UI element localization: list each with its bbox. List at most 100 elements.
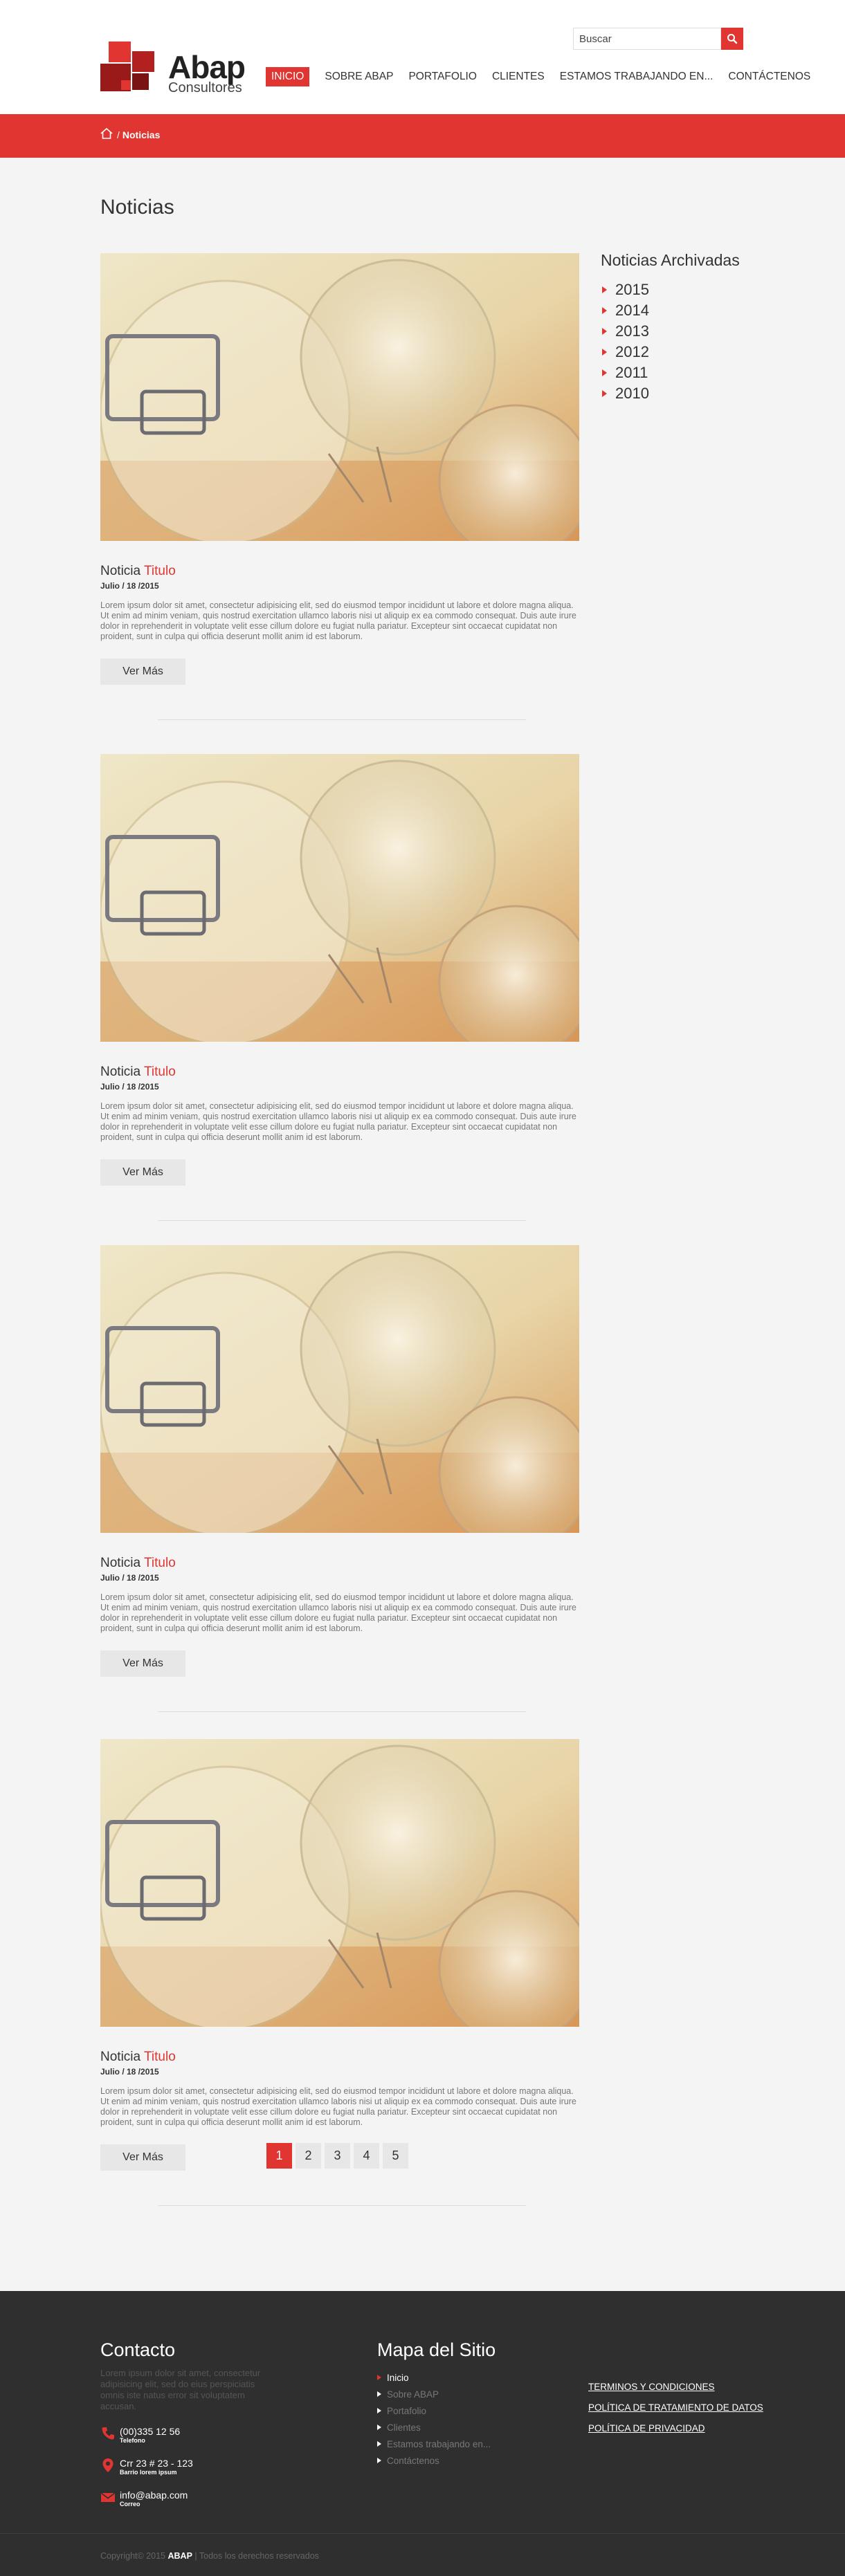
news-post: Noticia Titulo Julio / 18 /2015 Lorem ip…: [100, 1739, 579, 2171]
site-footer: Contacto Lorem ipsum dolor sit amet, con…: [0, 2291, 845, 2576]
post-title-prefix: Noticia: [100, 1556, 141, 1570]
triangle-bullet-icon: [602, 286, 607, 293]
archive-list: 2015 2014 2013 2012 2011 2010: [601, 279, 753, 404]
read-more-button[interactable]: Ver Más: [100, 2144, 185, 2171]
search-button[interactable]: [721, 28, 743, 50]
nav-item-contactenos[interactable]: CONTÁCTENOS: [728, 67, 810, 86]
nav-item-clientes[interactable]: CLIENTES: [492, 67, 545, 86]
copyright-brand: ABAP: [167, 2551, 192, 2561]
email-value[interactable]: info@abap.com: [120, 2490, 188, 2501]
footer-email: info@abap.com Correo: [100, 2490, 287, 2508]
post-title-highlight: Titulo: [144, 2050, 176, 2064]
post-divider: [158, 1711, 526, 1712]
read-more-button[interactable]: Ver Más: [100, 1650, 185, 1677]
sitemap-item[interactable]: Contáctenos: [377, 2452, 550, 2469]
archive-year[interactable]: 2015: [601, 279, 753, 300]
phone-icon: [102, 2427, 114, 2440]
main-nav: INICIO SOBRE ABAP PORTAFOLIO CLIENTES ES…: [266, 67, 810, 86]
triangle-bullet-icon: [602, 390, 607, 397]
sitemap-item[interactable]: Inicio: [377, 2369, 550, 2386]
post-image[interactable]: [100, 754, 579, 1042]
logo[interactable]: Abap Consultores: [100, 42, 246, 100]
post-title[interactable]: Noticia Titulo: [100, 1556, 579, 1571]
data-policy-link[interactable]: POLÍTICA DE TRATAMIENTO DE DATOS: [588, 2398, 763, 2418]
post-title-highlight: Titulo: [144, 1065, 176, 1079]
breadcrumb-bar: / Noticias: [0, 114, 845, 158]
footer-sitemap-title: Mapa del Sitio: [377, 2339, 496, 2360]
sitemap-item[interactable]: Sobre ABAP: [377, 2386, 550, 2402]
sitemap-item-label: Estamos trabajando en...: [387, 2438, 491, 2449]
phone-value[interactable]: (00)335 12 56: [120, 2426, 180, 2437]
triangle-bullet-icon: [377, 2375, 381, 2380]
sitemap-item[interactable]: Portafolio: [377, 2402, 550, 2419]
post-title[interactable]: Noticia Titulo: [100, 2050, 579, 2065]
post-body: Lorem ipsum dolor sit amet, consectetur …: [100, 600, 576, 641]
sitemap-item-label: Contáctenos: [387, 2455, 439, 2466]
post-divider: [158, 1220, 526, 1221]
archive-year-label: 2012: [615, 343, 649, 360]
footer-sitemap: Mapa del Sitio Inicio Sobre ABAP Portafo…: [377, 2339, 550, 2469]
triangle-bullet-icon: [377, 2408, 381, 2413]
archive-year[interactable]: 2011: [601, 362, 753, 383]
triangle-bullet-icon: [377, 2391, 381, 2397]
logo-brand: Abap: [168, 49, 246, 85]
page-button-2[interactable]: 2: [296, 2143, 321, 2169]
nav-item-inicio[interactable]: INICIO: [266, 67, 310, 86]
nav-item-portafolio[interactable]: PORTAFOLIO: [408, 67, 476, 86]
search-icon: [727, 34, 738, 44]
archive-title: Noticias Archivadas: [601, 251, 740, 269]
main-content: Noticias Noticia Titulo Julio / 18 /2015…: [0, 158, 845, 2291]
archive-year[interactable]: 2010: [601, 383, 753, 404]
archive-year-label: 2010: [615, 385, 649, 402]
sitemap-item[interactable]: Clientes: [377, 2419, 550, 2436]
page-button-3[interactable]: 3: [325, 2143, 350, 2169]
terms-link[interactable]: TERMINOS Y CONDICIONES: [588, 2377, 763, 2398]
search-box: [573, 28, 743, 50]
triangle-bullet-icon: [602, 369, 607, 376]
page-title: Noticias: [100, 196, 174, 219]
post-date: Julio / 18 /2015: [100, 2067, 159, 2077]
post-image[interactable]: [100, 1245, 579, 1533]
footer-address: Crr 23 # 23 - 123 Barrio lorem ipsum: [100, 2458, 287, 2476]
post-title[interactable]: Noticia Titulo: [100, 1065, 579, 1080]
post-body: Lorem ipsum dolor sit amet, consectetur …: [100, 2086, 576, 2127]
search-input[interactable]: [573, 28, 721, 50]
post-divider: [158, 719, 526, 720]
home-icon[interactable]: [100, 127, 113, 141]
archive-year[interactable]: 2014: [601, 300, 753, 321]
sitemap-item[interactable]: Estamos trabajando en...: [377, 2436, 550, 2452]
archive-year[interactable]: 2013: [601, 321, 753, 342]
breadcrumb-separator: /: [117, 129, 120, 140]
archive-year-label: 2015: [615, 281, 649, 298]
triangle-bullet-icon: [377, 2441, 381, 2447]
copyright-text: Copyright© 2015 ABAP | Todos los derecho…: [100, 2551, 319, 2561]
page-button-4[interactable]: 4: [354, 2143, 379, 2169]
sitemap-list: Inicio Sobre ABAP Portafolio Clientes Es…: [377, 2369, 550, 2469]
footer-contact: Contacto Lorem ipsum dolor sit amet, con…: [100, 2339, 287, 2508]
sitemap-item-label: Portafolio: [387, 2405, 427, 2416]
sitemap-item-label: Inicio: [387, 2372, 409, 2383]
copyright-bar: Copyright© 2015 ABAP | Todos los derecho…: [0, 2533, 845, 2576]
footer-contact-text: Lorem ipsum dolor sit amet, consectetur …: [100, 2368, 261, 2411]
post-title[interactable]: Noticia Titulo: [100, 564, 579, 579]
read-more-button[interactable]: Ver Más: [100, 659, 185, 685]
logo-mark: [100, 42, 164, 100]
archive-year-label: 2014: [615, 302, 649, 319]
post-title-highlight: Titulo: [144, 564, 176, 578]
post-image[interactable]: [100, 1739, 579, 2027]
archive-year-label: 2013: [615, 322, 649, 340]
page-button-5[interactable]: 5: [383, 2143, 408, 2169]
archive-year[interactable]: 2012: [601, 342, 753, 362]
privacy-policy-link[interactable]: POLÍTICA DE PRIVACIDAD: [588, 2418, 763, 2439]
location-pin-icon: [102, 2458, 113, 2472]
post-date: Julio / 18 /2015: [100, 581, 159, 591]
page-button-1[interactable]: 1: [266, 2143, 292, 2169]
nav-item-estamos-trabajando[interactable]: ESTAMOS TRABAJANDO EN...: [560, 67, 714, 86]
read-more-button[interactable]: Ver Más: [100, 1159, 185, 1186]
nav-item-sobre-abap[interactable]: SOBRE ABAP: [325, 67, 393, 86]
post-body: Lorem ipsum dolor sit amet, consectetur …: [100, 1592, 576, 1633]
address-label: Barrio lorem ipsum: [120, 2469, 177, 2476]
post-date: Julio / 18 /2015: [100, 1082, 159, 1092]
post-image[interactable]: [100, 253, 579, 541]
breadcrumb-current: Noticias: [122, 129, 161, 140]
